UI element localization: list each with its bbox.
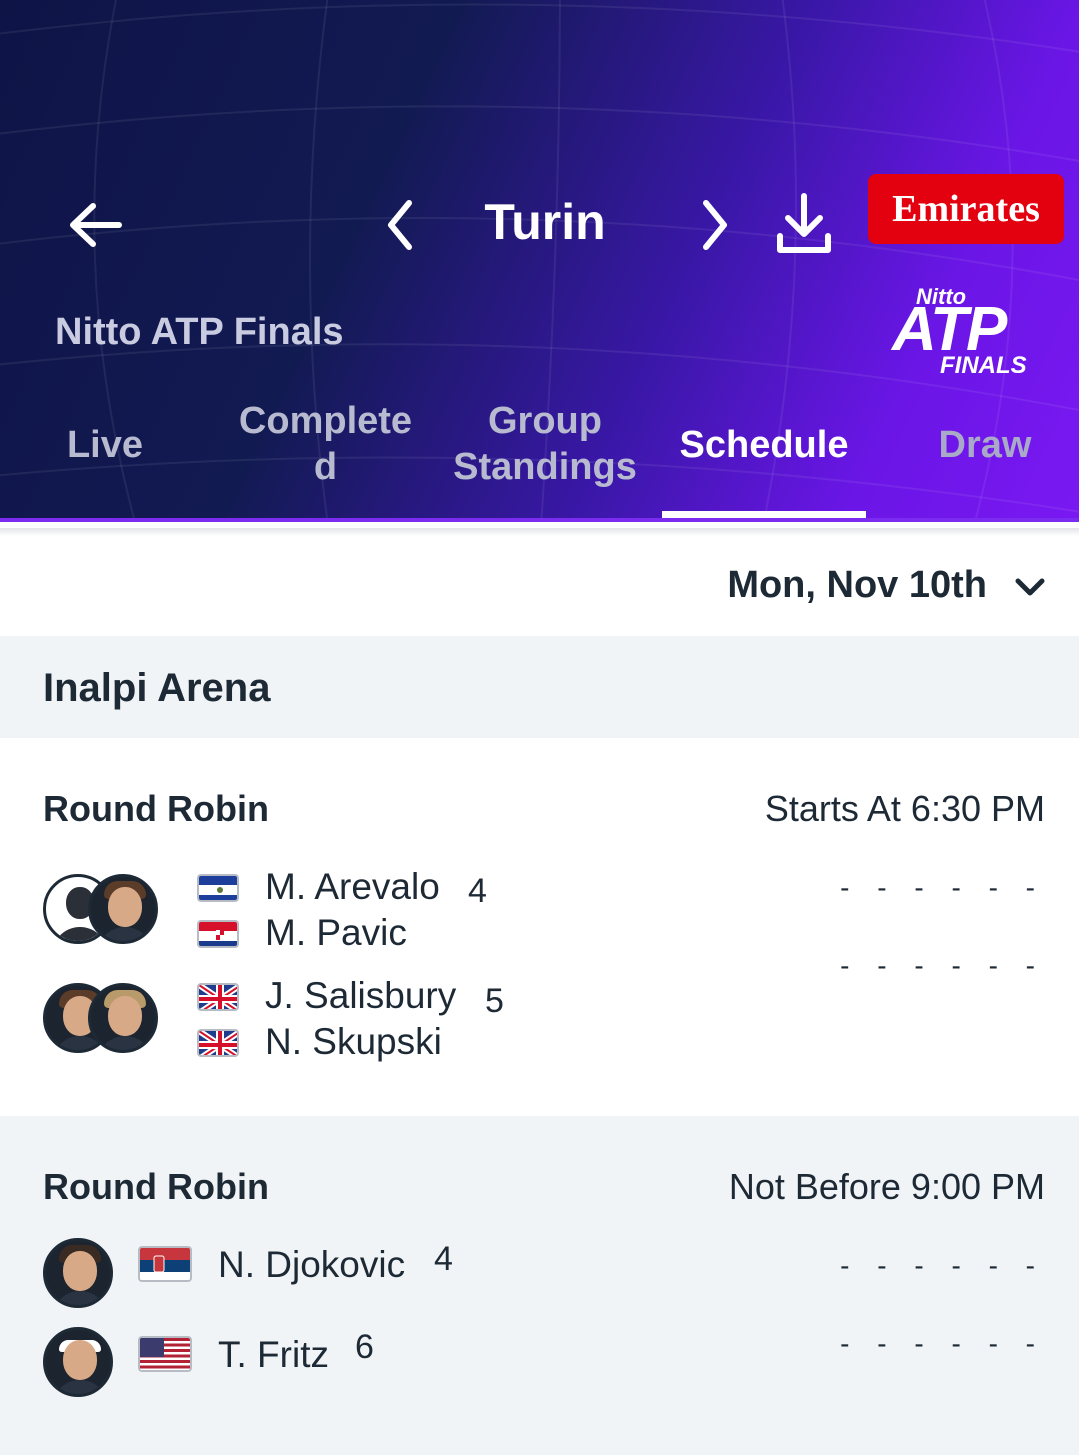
score-placeholder: - - - - - - (840, 950, 1045, 981)
date-selector[interactable]: Mon, Nov 10th (0, 528, 1079, 636)
seed-number: 5 (485, 982, 504, 1020)
previous-tournament-button[interactable] (370, 190, 430, 260)
date-label: Mon, Nov 10th (727, 564, 987, 606)
flag-croatia-icon (197, 920, 239, 948)
score-placeholder: - - - - - - (840, 872, 1045, 903)
avatar-face (108, 887, 142, 927)
logo-text-finals: FINALS (940, 352, 1027, 379)
player-name: N. Skupski (265, 1021, 442, 1062)
player-name: M. Pavic (265, 912, 407, 953)
flag-el-salvador-icon (197, 874, 239, 902)
tab-label-line1: Complete (238, 400, 413, 442)
tab-schedule[interactable]: Schedule (662, 422, 866, 468)
flag-graphic (199, 922, 237, 946)
player-avatar (88, 983, 158, 1053)
flag-graphic (199, 876, 237, 900)
round-label: Round Robin (43, 788, 269, 829)
page-title: Turin (484, 194, 606, 250)
venue-name: Inalpi Arena (43, 666, 271, 710)
match-time: Not Before 9:00 PM (728, 1166, 1045, 1207)
tab-label-line2: Standings (453, 446, 637, 488)
player-avatar (88, 874, 158, 944)
avatar-body (97, 927, 153, 941)
tab-group-standings[interactable]: Group Standings (440, 398, 650, 490)
score-placeholder: - - - - - - (840, 1250, 1045, 1281)
flag-graphic (140, 1248, 190, 1280)
seed-number: 4 (468, 872, 487, 910)
match-card[interactable]: Round Robin Starts At 6:30 PM M. Arevalo… (0, 738, 1079, 1116)
atp-finals-logo: Nitto ATP FINALS (878, 282, 1043, 382)
venue-header: Inalpi Arena (0, 636, 1079, 738)
avatar-face (63, 1340, 97, 1380)
flag-graphic (199, 985, 237, 1009)
score-placeholder: - - - - - - (840, 1328, 1045, 1359)
tab-live[interactable]: Live (40, 422, 170, 468)
player-name: T. Fritz (218, 1334, 329, 1375)
tab-label: Live (66, 424, 144, 466)
avatar-body (52, 1291, 108, 1305)
tab-label: Schedule (679, 424, 849, 466)
sponsor-logo: Emirates (868, 174, 1064, 244)
seed-number: 6 (355, 1328, 374, 1366)
flag-graphic (140, 1338, 190, 1370)
avatar-face (63, 1251, 97, 1291)
download-button[interactable] (768, 186, 840, 262)
flag-serbia-icon (138, 1246, 192, 1282)
avatar-face (108, 996, 142, 1036)
avatar-body (97, 1036, 153, 1050)
player-avatar (43, 1327, 113, 1397)
tab-bar: Live Complete d Group Standings Schedule… (0, 392, 1079, 522)
player-avatar (43, 1238, 113, 1308)
flag-graphic (199, 1031, 237, 1055)
tab-label-line1: Group (488, 400, 602, 442)
flag-great-britain-icon (197, 983, 239, 1011)
back-button[interactable] (60, 190, 130, 260)
tab-completed[interactable]: Complete d (228, 398, 423, 490)
tab-label: Draw (938, 424, 1032, 466)
next-tournament-button[interactable] (685, 190, 745, 260)
player-name: M. Arevalo (265, 866, 440, 907)
tournament-name: Nitto ATP Finals (55, 311, 344, 353)
seed-number: 4 (434, 1240, 453, 1278)
flag-usa-icon (138, 1336, 192, 1372)
header-shadow (0, 528, 1079, 536)
match-time: Starts At 6:30 PM (764, 788, 1045, 829)
tournament-header: Turin Emirates Nitto ATP Finals Nitto AT… (0, 0, 1079, 522)
download-icon (777, 193, 831, 253)
chevron-right-icon (703, 200, 727, 250)
flag-great-britain-icon (197, 1029, 239, 1057)
arrow-left-icon (70, 203, 122, 247)
round-label: Round Robin (43, 1166, 269, 1207)
player-name: J. Salisbury (265, 975, 457, 1016)
header-divider (0, 518, 1079, 522)
tab-label-line2: d (313, 446, 338, 488)
tab-draw[interactable]: Draw (920, 422, 1050, 468)
chevron-down-icon (1015, 578, 1045, 596)
player-name: N. Djokovic (218, 1244, 406, 1285)
avatar-body (52, 1380, 108, 1394)
chevron-left-icon (388, 200, 412, 250)
match-card[interactable]: Round Robin Not Before 9:00 PM N. Djokov… (0, 1116, 1079, 1455)
